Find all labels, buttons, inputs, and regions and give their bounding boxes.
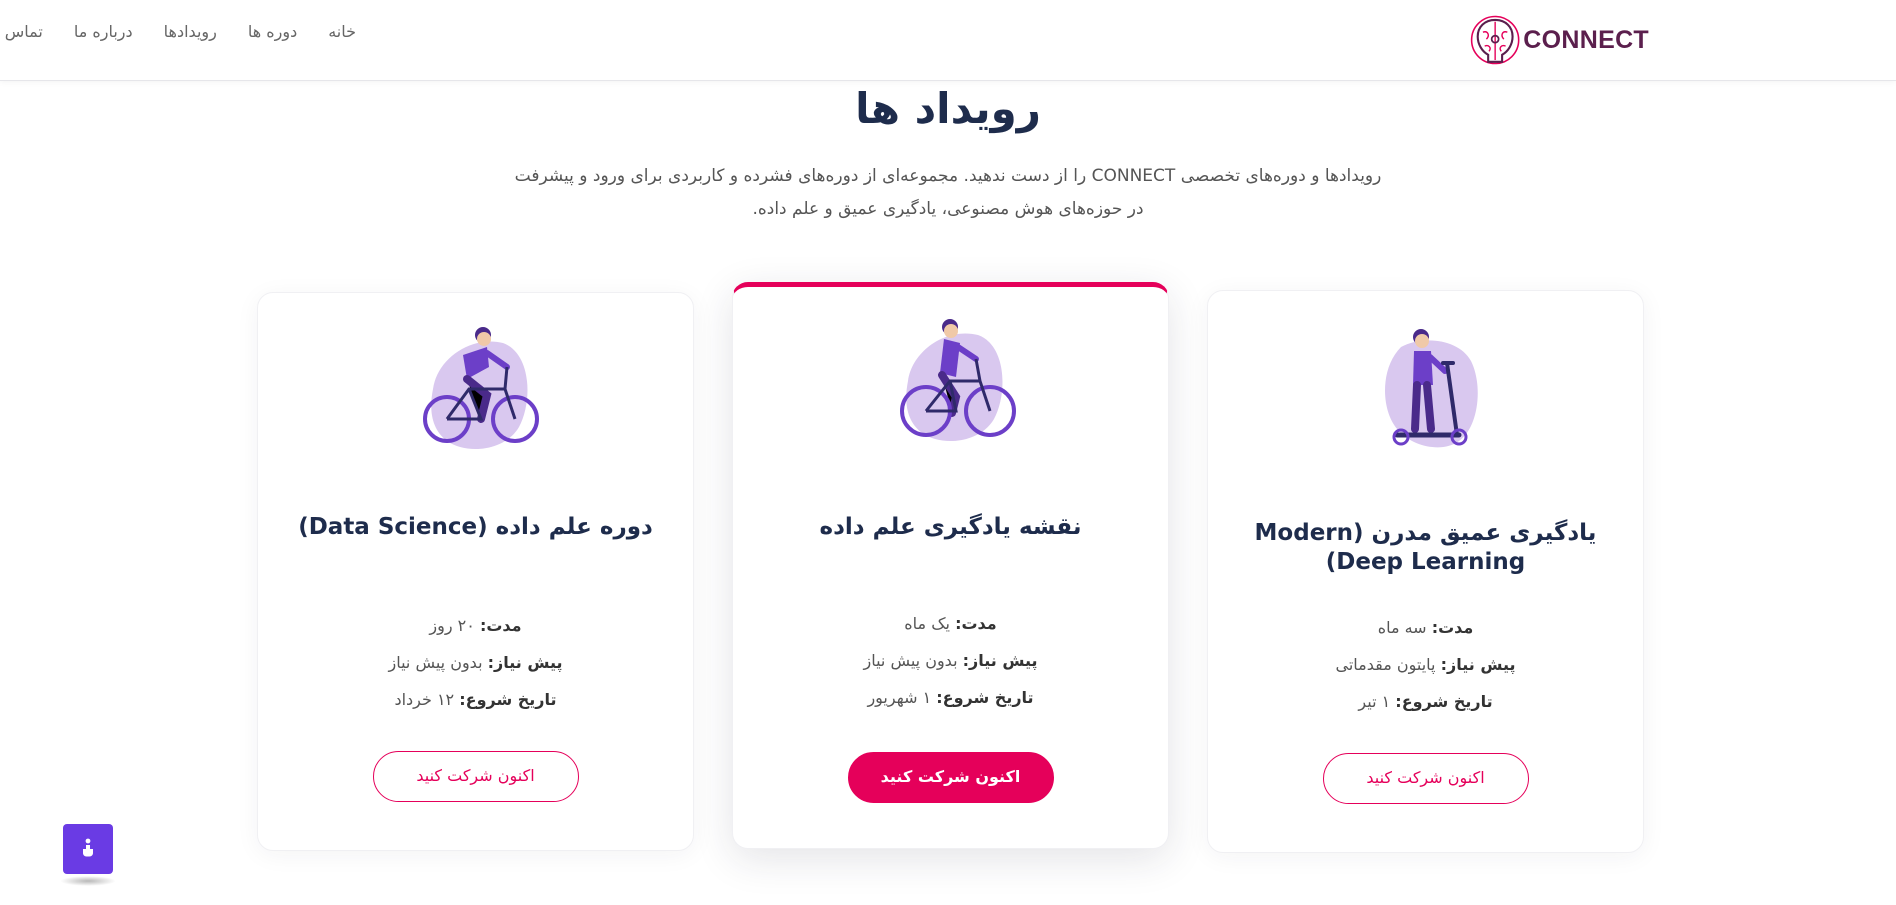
prerequisite-value: بدون پیش نیاز [388,653,483,672]
prerequisite-label: پیش نیاز: [1440,655,1516,674]
duration-row: مدت: سه ماه [1208,609,1643,646]
start-date-label: تاریخ شروع: [936,688,1034,707]
site-header: CONNECT خانه دوره ها رویدادها درباره ما … [0,0,1896,81]
nav-about[interactable]: درباره ما [74,22,133,41]
section-description: رویدادها و دوره‌های تخصصی CONNECT را از … [470,160,1426,226]
start-date-row: تاریخ شروع: ۱ شهریور [733,679,1168,716]
scooter-rider-icon [1361,319,1491,459]
bicycle-rider-icon [411,323,541,463]
card-title: دوره علم داده (Data Science) [298,514,653,540]
main-nav: خانه دوره ها رویدادها درباره ما تماس با … [0,22,356,41]
event-card-data-science-roadmap: نقشه یادگیری علم داده مدت: یک ماه پیش نی… [732,282,1169,849]
start-date-label: تاریخ شروع: [1395,692,1493,711]
card-info: مدت: یک ماه پیش نیاز: بدون پیش نیاز تاری… [733,605,1168,716]
enroll-button[interactable]: اکنون شرکت کنید [847,752,1054,803]
start-date-row: تاریخ شروع: ۱۲ خرداد [258,681,693,718]
start-date-label: تاریخ شروع: [459,690,557,709]
duration-label: مدت: [479,616,522,635]
event-card-deep-learning: یادگیری عمیق مدرن (Modern Deep Learning)… [1207,290,1644,853]
accessibility-button-shadow [60,876,116,886]
enroll-button[interactable]: اکنون شرکت کنید [372,751,579,802]
duration-value: ۲۰ روز [429,616,475,635]
duration-value: یک ماه [904,614,950,633]
card-info: مدت: ۲۰ روز پیش نیاز: بدون پیش نیاز تاری… [258,607,693,718]
duration-row: مدت: ۲۰ روز [258,607,693,644]
duration-value: سه ماه [1377,618,1427,637]
accessibility-icon [83,838,93,857]
prerequisite-label: پیش نیاز: [962,651,1038,670]
start-date-value: ۱ شهریور [867,688,932,707]
prerequisite-value: پایتون مقدماتی [1335,655,1436,674]
event-card-data-science: دوره علم داده (Data Science) مدت: ۲۰ روز… [257,292,694,851]
duration-label: مدت: [1431,618,1474,637]
section-description-line-2: در حوزه‌های هوش مصنوعی، یادگیری عمیق و ع… [752,199,1144,219]
card-title: یادگیری عمیق مدرن (Modern Deep Learning) [1254,520,1597,575]
card-info: مدت: سه ماه پیش نیاز: پایتون مقدماتی تار… [1208,609,1643,720]
brain-logo-icon [1470,15,1520,65]
start-date-value: ۱۲ خرداد [394,690,455,709]
card-title: نقشه یادگیری علم داده [819,514,1082,540]
enroll-button[interactable]: اکنون شرکت کنید [1322,753,1529,804]
start-date-value: ۱ تیر [1358,692,1391,711]
duration-label: مدت: [955,614,997,633]
prerequisite-row: پیش نیاز: بدون پیش نیاز [258,644,693,681]
logo[interactable]: CONNECT [1469,8,1649,72]
logo-text: CONNECT [1523,25,1649,54]
nav-courses[interactable]: دوره ها [248,22,297,41]
section-title: رویداد ها [855,84,1041,133]
start-date-row: تاریخ شروع: ۱ تیر [1208,683,1643,720]
prerequisite-row: پیش نیاز: پایتون مقدماتی [1208,646,1643,683]
nav-contact[interactable]: تماس با ما [0,22,43,41]
nav-events[interactable]: رویدادها [164,22,217,41]
section-description-line-1: رویدادها و دوره‌های تخصصی CONNECT را از … [514,166,1382,186]
duration-row: مدت: یک ماه [733,605,1168,642]
prerequisite-row: پیش نیاز: بدون پیش نیاز [733,642,1168,679]
prerequisite-value: بدون پیش نیاز [863,651,958,670]
prerequisite-label: پیش نیاز: [487,653,563,672]
nav-home[interactable]: خانه [328,22,356,41]
accessibility-button[interactable] [63,824,113,874]
bicycle-rider-icon [886,315,1016,455]
